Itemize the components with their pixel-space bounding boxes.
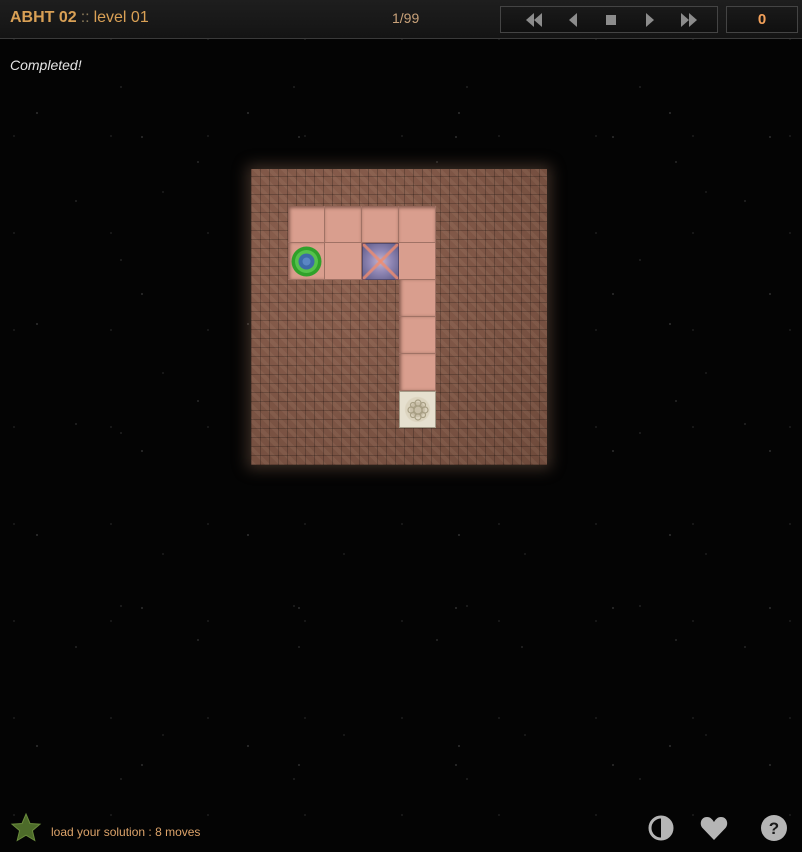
- last-level-button[interactable]: [678, 10, 700, 30]
- floor-tile[interactable]: [325, 243, 362, 280]
- floor-tile[interactable]: [362, 206, 399, 243]
- contrast-icon[interactable]: [646, 813, 676, 843]
- next-level-button[interactable]: [639, 10, 661, 30]
- goal-tile[interactable]: [399, 391, 436, 428]
- status-message: Completed!: [10, 57, 82, 73]
- stop-icon: [606, 15, 616, 25]
- ice-tile[interactable]: [362, 243, 399, 280]
- first-level-button[interactable]: [523, 10, 545, 30]
- game-board[interactable]: [251, 169, 547, 465]
- previous-level-button[interactable]: [562, 10, 584, 30]
- level-navigation: [500, 6, 718, 33]
- load-solution-link[interactable]: load your solution : 8 moves: [51, 825, 200, 839]
- title-separator: ::: [80, 9, 90, 26]
- floor-tile[interactable]: [399, 206, 436, 243]
- goal-flower-icon: [406, 398, 429, 421]
- move-counter: 0: [726, 6, 798, 33]
- star-icon[interactable]: [10, 812, 42, 844]
- stop-button[interactable]: [600, 10, 622, 30]
- floor-tile[interactable]: [399, 243, 436, 280]
- player-ring-icon: [291, 246, 322, 277]
- floor-tile[interactable]: [399, 317, 436, 354]
- floor-tile[interactable]: [399, 354, 436, 391]
- player-token[interactable]: [288, 243, 325, 280]
- previous-level-icon: [569, 13, 577, 27]
- first-level-icon: [526, 13, 542, 27]
- help-icon[interactable]: ?: [759, 813, 789, 843]
- svg-text:?: ?: [769, 819, 779, 838]
- game-screen: ABHT 02:: level 01 1/99 0 Completed! loa…: [0, 0, 802, 852]
- top-bar: ABHT 02:: level 01 1/99 0: [0, 0, 802, 39]
- last-level-icon: [681, 13, 697, 27]
- next-level-icon: [646, 13, 654, 27]
- floor-tile[interactable]: [325, 206, 362, 243]
- level-title: ABHT 02:: level 01: [10, 9, 149, 27]
- floor-tile[interactable]: [399, 280, 436, 317]
- level-counter: 1/99: [392, 10, 420, 26]
- floor-tile[interactable]: [288, 206, 325, 243]
- collection-name: ABHT 02: [10, 9, 77, 26]
- heart-icon[interactable]: [699, 813, 729, 843]
- level-name: level 01: [93, 9, 149, 26]
